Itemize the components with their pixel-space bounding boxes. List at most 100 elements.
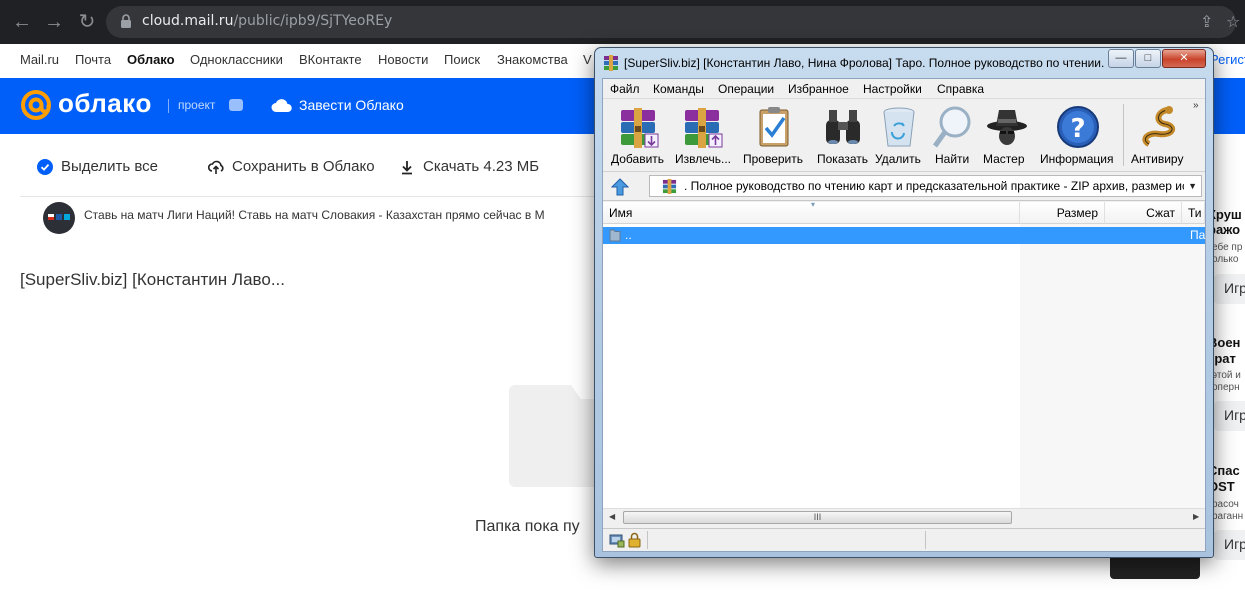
tool-wizard-label: Мастер bbox=[983, 152, 1025, 166]
share-icon[interactable]: ⇪ bbox=[1200, 12, 1213, 32]
tool-info[interactable]: ? Информация bbox=[1040, 100, 1116, 170]
select-all-label: Выделить все bbox=[61, 158, 159, 175]
side-ad-2-button[interactable]: Игр bbox=[1213, 401, 1245, 431]
tool-delete[interactable]: Удалить bbox=[873, 100, 925, 170]
winrar-client: Файл Команды Операции Избранное Настройк… bbox=[602, 78, 1206, 552]
tool-add[interactable]: Добавить bbox=[611, 100, 671, 170]
project-label: проект bbox=[178, 98, 216, 112]
winrar-titlebar[interactable]: [SuperSliv.biz] [Константин Лаво, Нина Ф… bbox=[595, 48, 1213, 76]
portal-link-mailru[interactable]: Mail.ru bbox=[20, 52, 59, 67]
tool-antivirus[interactable]: Антивиру bbox=[1131, 100, 1191, 170]
tool-find[interactable]: Найти bbox=[931, 100, 975, 170]
toolbar-divider bbox=[20, 196, 600, 197]
column-type[interactable]: Ти bbox=[1182, 202, 1205, 224]
portal-link-news[interactable]: Новости bbox=[378, 52, 428, 67]
winrar-toolbar: Добавить Извлечь... Проверить Показать У… bbox=[603, 100, 1205, 172]
winrar-app-icon bbox=[604, 55, 618, 71]
chevron-down-icon[interactable]: ▼ bbox=[1188, 181, 1197, 191]
save-to-cloud-button[interactable]: Сохранить в Облако bbox=[208, 158, 378, 176]
ad-banner[interactable]: Ставь на матч Лиги Наций! Ставь на матч … bbox=[40, 200, 600, 234]
toolbar-overflow-button[interactable]: » bbox=[1193, 100, 1199, 111]
ad-text: Ставь на матч Лиги Наций! Ставь на матч … bbox=[84, 208, 545, 222]
menu-commands[interactable]: Команды bbox=[653, 82, 704, 96]
menu-file[interactable]: Файл bbox=[610, 82, 640, 96]
side-ad-3-button[interactable]: Игр bbox=[1213, 530, 1245, 560]
sort-indicator-icon: ▾ bbox=[811, 202, 816, 209]
column-name[interactable]: Имя ▾ bbox=[603, 202, 1020, 224]
status-separator-2 bbox=[925, 531, 926, 549]
binoculars-icon bbox=[826, 110, 860, 144]
key-lock-icon[interactable] bbox=[627, 532, 643, 548]
bookmark-star-icon[interactable]: ☆ bbox=[1226, 12, 1240, 32]
side-ad-2-sub2: оперн bbox=[1212, 382, 1240, 393]
tool-extract[interactable]: Извлечь... bbox=[675, 100, 735, 170]
address-bar[interactable]: cloud.mail.ru/public/ipb9/SjTYeoREy ⇪ ☆ bbox=[106, 6, 1240, 38]
winrar-window: [SuperSliv.biz] [Константин Лаво, Нина Ф… bbox=[594, 47, 1214, 558]
at-logo-icon[interactable] bbox=[20, 89, 52, 121]
winrar-pathbar: . Полное руководство по чтению карт и пр… bbox=[603, 172, 1205, 201]
scroll-left-icon[interactable]: ◀ bbox=[609, 512, 615, 521]
portal-link-search[interactable]: Поиск bbox=[444, 52, 480, 67]
horizontal-scrollbar[interactable]: ◀ III ▶ bbox=[603, 508, 1205, 525]
add-archive-icon bbox=[621, 108, 659, 148]
tool-test[interactable]: Проверить bbox=[743, 100, 807, 170]
empty-folder-icon bbox=[509, 385, 599, 487]
file-list[interactable]: Имя ▾ Размер Сжат Ти .. Па bbox=[603, 202, 1205, 508]
column-name-label: Имя bbox=[609, 206, 633, 220]
minimize-button[interactable]: — bbox=[1108, 49, 1134, 68]
register-link[interactable]: Регистр bbox=[1210, 52, 1245, 67]
get-cloud-button[interactable]: Завести Облако bbox=[299, 97, 404, 113]
ad-avatar bbox=[43, 202, 75, 234]
side-ad-1-button[interactable]: Игр bbox=[1213, 274, 1245, 304]
toolbar-separator bbox=[1123, 104, 1124, 166]
back-button[interactable]: ← bbox=[10, 10, 34, 34]
flags-icon bbox=[48, 214, 70, 220]
tool-wizard[interactable]: Мастер bbox=[983, 100, 1033, 170]
scroll-thumb[interactable]: III bbox=[623, 511, 1012, 524]
portal-link-vk[interactable]: ВКонтакте bbox=[299, 52, 362, 67]
wizard-icon bbox=[987, 110, 1027, 145]
menu-settings[interactable]: Настройки bbox=[863, 82, 922, 96]
save-to-cloud-label: Сохранить в Облако bbox=[232, 158, 375, 175]
vk-badge-icon bbox=[229, 99, 243, 111]
side-ad-3-sub2: раганн bbox=[1212, 511, 1244, 522]
tool-test-label: Проверить bbox=[743, 152, 804, 166]
winrar-title: [SuperSliv.biz] [Константин Лаво, Нина Ф… bbox=[624, 56, 1104, 70]
select-all-button[interactable]: Выделить все bbox=[37, 158, 167, 176]
path-combobox[interactable]: . Полное руководство по чтению карт и пр… bbox=[649, 175, 1202, 197]
tool-find-label: Найти bbox=[935, 152, 970, 166]
reload-button[interactable]: ↻ bbox=[75, 10, 99, 34]
portal-link-cloud[interactable]: Облако bbox=[127, 52, 175, 67]
download-button[interactable]: Скачать 4.23 МБ bbox=[399, 158, 539, 176]
menu-help[interactable]: Справка bbox=[937, 82, 984, 96]
menu-operations[interactable]: Операции bbox=[718, 82, 774, 96]
tool-antivirus-label: Антивиру bbox=[1131, 152, 1184, 166]
side-ad-1-sub2: олько bbox=[1212, 254, 1239, 265]
list-shade bbox=[1020, 202, 1205, 508]
cloud-logo-text[interactable]: облако bbox=[58, 88, 152, 119]
lock-icon bbox=[121, 14, 131, 28]
portal-link-mail[interactable]: Почта bbox=[75, 52, 111, 67]
tool-info-label: Информация bbox=[1040, 152, 1114, 166]
menu-favorites[interactable]: Избранное bbox=[788, 82, 849, 96]
maximize-button[interactable]: □ bbox=[1135, 49, 1161, 68]
up-folder-arrow-icon[interactable] bbox=[611, 178, 629, 196]
scroll-right-icon[interactable]: ▶ bbox=[1193, 512, 1199, 521]
folder-title: [SuperSliv.biz] [Константин Лаво... bbox=[20, 270, 285, 289]
portal-link-ok[interactable]: Одноклассники bbox=[190, 52, 283, 67]
side-ad-3-sub1: расоч bbox=[1212, 499, 1239, 510]
column-packed[interactable]: Сжат bbox=[1105, 202, 1182, 224]
tool-delete-label: Удалить bbox=[875, 152, 921, 166]
table-row[interactable]: .. Па bbox=[603, 227, 1205, 244]
column-size[interactable]: Размер bbox=[1020, 202, 1105, 224]
path-text: . Полное руководство по чтению карт и пр… bbox=[684, 179, 1184, 193]
trash-icon bbox=[883, 107, 915, 147]
forward-button[interactable]: → bbox=[42, 10, 66, 34]
close-button[interactable]: ✕ bbox=[1162, 49, 1206, 68]
test-clipboard-icon bbox=[759, 107, 789, 147]
portal-link-more[interactable]: V bbox=[583, 52, 592, 67]
winrar-statusbar bbox=[603, 528, 1205, 551]
drive-icon[interactable] bbox=[609, 532, 625, 548]
tool-view[interactable]: Показать bbox=[813, 100, 873, 170]
portal-link-dating[interactable]: Знакомства bbox=[497, 52, 568, 67]
